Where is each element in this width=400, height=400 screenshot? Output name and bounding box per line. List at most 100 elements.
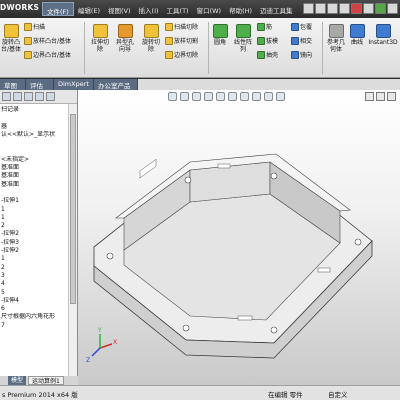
- status-units[interactable]: 自定义: [328, 389, 348, 399]
- save-icon[interactable]: [327, 3, 338, 14]
- sweep-label: 扫描: [33, 24, 46, 31]
- intersect-button[interactable]: 相交: [291, 36, 312, 45]
- hole-wizard-label-2: 向导: [118, 46, 131, 53]
- tree-item[interactable]: 6: [0, 305, 68, 313]
- triad-y-label: Y: [97, 327, 102, 334]
- tree-item[interactable]: 7: [0, 322, 68, 330]
- extruded-cut-button[interactable]: 拉伸切 除: [88, 24, 112, 53]
- coordinate-triad: X Y Z: [86, 327, 117, 364]
- sweep-button[interactable]: 扫描: [24, 22, 45, 31]
- tree-item[interactable]: -拉伸3: [0, 239, 68, 247]
- tree-item[interactable]: <未指定>: [0, 156, 68, 164]
- tree-item[interactable]: -拉伸2: [0, 247, 68, 255]
- tab-sketch[interactable]: 草图: [0, 79, 26, 90]
- loft-boss-label: 放样凸台/基体: [33, 38, 72, 45]
- tree-item[interactable]: -拉伸2: [0, 230, 68, 238]
- wrap-button[interactable]: 包覆: [291, 22, 312, 31]
- menu-insert[interactable]: 插入(I): [135, 2, 163, 16]
- tree-item[interactable]: 基准面: [0, 172, 68, 180]
- model-mount-hole: [270, 172, 278, 180]
- reference-geometry-button[interactable]: 参考几 何体: [324, 24, 348, 53]
- menu-edit[interactable]: 编辑(E): [74, 2, 104, 16]
- graphics-viewport[interactable]: X Y Z: [78, 90, 400, 385]
- revolved-cut-button[interactable]: 旋转切 除: [139, 24, 163, 53]
- menu-tools[interactable]: 工具(T): [163, 2, 193, 16]
- linear-pattern-button[interactable]: 线性阵 列: [231, 24, 255, 53]
- model-mount-hole: [184, 176, 192, 184]
- tree-item[interactable]: 尺寸根据内六角花形: [0, 313, 68, 321]
- curves-icon: [349, 24, 365, 38]
- new-document-icon[interactable]: [303, 3, 314, 14]
- rib-button[interactable]: 筋: [257, 22, 272, 31]
- print-icon[interactable]: [339, 3, 350, 14]
- tree-item[interactable]: 3: [0, 272, 68, 280]
- hole-wizard-icon: [117, 24, 133, 38]
- tree-item[interactable]: 1: [0, 255, 68, 263]
- status-product-version: s Premium 2014 x64 版: [2, 391, 78, 399]
- panel-toolbar: [0, 90, 77, 104]
- tree-scrollbar[interactable]: [68, 104, 77, 376]
- tab-office-products[interactable]: 办公室产品: [94, 79, 138, 90]
- boundary-cut-button[interactable]: 边界切除: [165, 50, 198, 59]
- model-mount-hole: [182, 324, 190, 332]
- tree-item[interactable]: 1: [0, 214, 68, 222]
- open-folder-icon[interactable]: [315, 3, 326, 14]
- tree-item[interactable]: 2: [0, 264, 68, 272]
- tree-item[interactable]: [0, 139, 68, 147]
- menu-file[interactable]: 文件(F): [42, 2, 74, 16]
- loft-boss-button[interactable]: 放样凸台/基体: [24, 36, 71, 45]
- tree-item[interactable]: [0, 189, 68, 197]
- property-manager-icon[interactable]: [13, 92, 22, 101]
- instant3d-button[interactable]: Instant3D: [367, 24, 399, 46]
- tree-item[interactable]: [0, 114, 68, 122]
- tab-motion-study[interactable]: 运动算例1: [28, 376, 64, 385]
- 3d-model-view[interactable]: X Y Z: [78, 90, 400, 385]
- tree-item[interactable]: 2: [0, 222, 68, 230]
- tree-item[interactable]: 1: [0, 206, 68, 214]
- menu-help[interactable]: 帮助(H): [225, 2, 256, 16]
- reference-geometry-label-2: 何体: [329, 46, 342, 53]
- shell-button[interactable]: 抽壳: [257, 50, 278, 59]
- instant3d-icon: [375, 24, 391, 38]
- tree-item[interactable]: 4: [0, 280, 68, 288]
- curves-button[interactable]: 曲线: [348, 24, 366, 46]
- swept-cut-button[interactable]: 扫描切除: [165, 22, 198, 31]
- tree-item[interactable]: 基准面: [0, 181, 68, 189]
- tree-item[interactable]: -拉伸4: [0, 297, 68, 305]
- model-mount-hole: [106, 252, 114, 260]
- display-manager-icon[interactable]: [46, 92, 55, 101]
- tab-model[interactable]: 模型: [8, 376, 27, 385]
- boundary-cut-icon: [165, 50, 173, 59]
- menu-maidi-tools[interactable]: 迈迪工具集: [256, 2, 297, 16]
- rebuild-icon[interactable]: [375, 3, 386, 14]
- fillet-button[interactable]: 圆角: [211, 24, 229, 46]
- revolved-boss-button[interactable]: 旋转凸 台/基体: [0, 24, 22, 53]
- options-gear-icon[interactable]: [387, 3, 398, 14]
- select-arrow-icon[interactable]: [363, 3, 374, 14]
- undo-icon[interactable]: [351, 3, 362, 14]
- tab-evaluate[interactable]: 评估: [26, 79, 54, 90]
- menu-view[interactable]: 视图(V): [104, 2, 135, 16]
- tree-item[interactable]: [0, 147, 68, 155]
- boundary-boss-button[interactable]: 边界凸台/基体: [24, 50, 71, 59]
- tree-item[interactable]: 扫记录: [0, 106, 68, 114]
- tree-item[interactable]: -拉伸1: [0, 197, 68, 205]
- model-mount-hole: [270, 326, 278, 334]
- configuration-icon[interactable]: [24, 92, 33, 101]
- feature-tree-icon[interactable]: [2, 92, 11, 101]
- menu-window[interactable]: 窗口(W): [193, 2, 226, 16]
- tree-item[interactable]: 认<<默认>_显示状: [0, 131, 68, 139]
- hole-wizard-button[interactable]: 异型孔 向导: [112, 24, 138, 53]
- tab-dimxpert[interactable]: DimXpert: [54, 79, 94, 90]
- tree-item[interactable]: 基准面: [0, 164, 68, 172]
- dimxpert-icon[interactable]: [35, 92, 44, 101]
- draft-button[interactable]: 拔模: [257, 36, 278, 45]
- swept-cut-icon: [165, 22, 173, 31]
- extruded-cut-label-2: 除: [96, 46, 103, 53]
- tree-scrollbar-thumb[interactable]: [70, 114, 76, 304]
- tree-item[interactable]: 5: [0, 289, 68, 297]
- lofted-cut-button[interactable]: 放样切割: [165, 36, 198, 45]
- reference-geometry-label-1: 参考几: [326, 39, 345, 46]
- mirror-button[interactable]: 镜向: [291, 50, 312, 59]
- tree-item[interactable]: 器: [0, 123, 68, 131]
